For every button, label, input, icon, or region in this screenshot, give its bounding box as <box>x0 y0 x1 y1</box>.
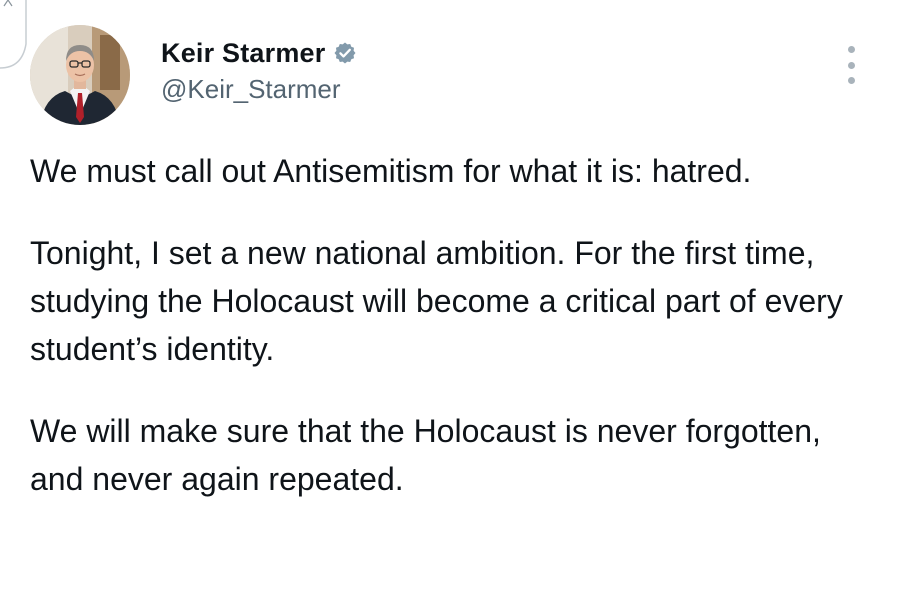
profile-photo <box>30 25 130 125</box>
tweet-paragraph: We will make sure that the Holocaust is … <box>30 413 821 497</box>
tweet-paragraph: We must call out Antisemitism for what i… <box>30 153 752 189</box>
tweet-paragraph: Tonight, I set a new national ambition. … <box>30 235 843 367</box>
tweet-text: We must call out Antisemitism for what i… <box>30 147 870 537</box>
verified-badge-icon[interactable] <box>333 41 357 65</box>
tweet-card: Keir Starmer @Keir_Starmer We must call … <box>0 0 900 612</box>
author-name-row: Keir Starmer <box>161 36 357 70</box>
more-options-icon[interactable] <box>838 46 864 84</box>
author-block: Keir Starmer @Keir_Starmer <box>161 36 357 105</box>
author-display-name[interactable]: Keir Starmer <box>161 38 325 69</box>
more-options-dot <box>847 77 855 84</box>
more-options-dot <box>847 61 855 69</box>
more-options-dot <box>847 46 855 53</box>
author-handle[interactable]: @Keir_Starmer <box>161 74 357 105</box>
author-avatar[interactable] <box>30 25 130 125</box>
